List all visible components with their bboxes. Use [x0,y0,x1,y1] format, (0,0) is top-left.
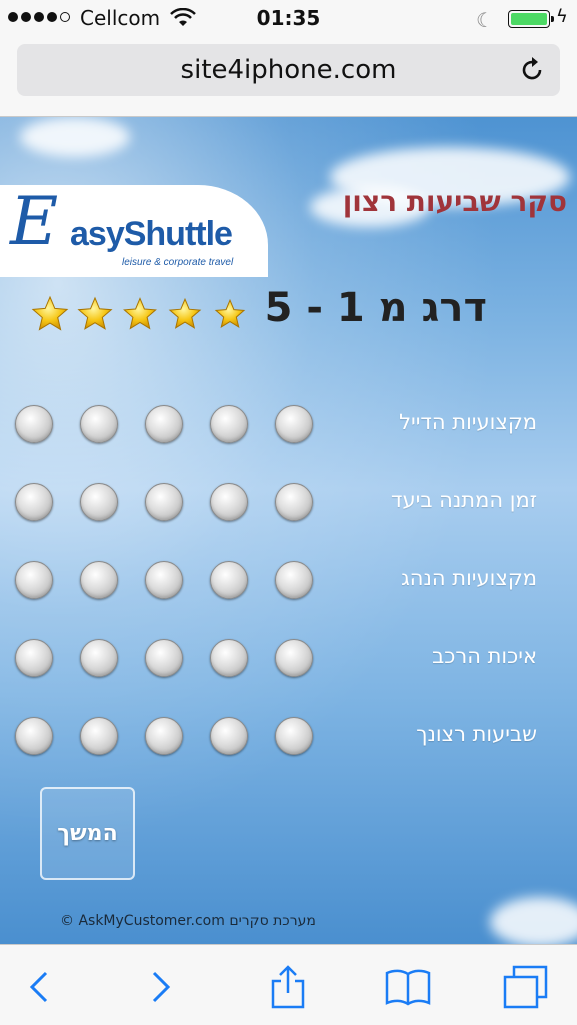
rating-radio[interactable] [80,717,118,755]
rating-radio[interactable] [275,639,313,677]
rating-radio[interactable] [275,561,313,599]
rating-radio[interactable] [15,561,53,599]
battery-icon [508,10,554,28]
logo: E asyShuttle leisure & corporate travel [0,185,268,277]
tabs-icon[interactable] [502,963,550,1011]
header: E asyShuttle leisure & corporate travel … [0,157,577,279]
rating-radio[interactable] [275,717,313,755]
rating-radio[interactable] [145,717,183,755]
star-icon [123,297,157,330]
rating-scale-label: דרג מ 1 - 5 [264,285,487,331]
moon-icon: ☾ [476,8,494,32]
rating-radio[interactable] [145,405,183,443]
cloud-decoration [490,897,577,944]
url-field[interactable]: site4iphone.com [17,44,560,96]
star-icon [168,297,202,329]
status-bar: Cellcom 01:35 ☾ ϟ [0,0,577,38]
rating-radio[interactable] [80,483,118,521]
rating-radio[interactable] [145,483,183,521]
rating-radio[interactable] [210,405,248,443]
rating-radio[interactable] [15,483,53,521]
rating-radio[interactable] [15,405,53,443]
bookmarks-icon[interactable] [384,963,432,1011]
question-label: איכות הרכב [432,644,537,668]
rating-radio[interactable] [210,561,248,599]
rating-radio[interactable] [210,483,248,521]
rating-radio[interactable] [15,717,53,755]
rating-stars-icon [31,295,246,331]
star-icon [31,295,69,331]
rating-radio[interactable] [210,639,248,677]
question-label: זמן המתנה ביעד [391,488,537,512]
footer-credit: © AskMyCustomer.com מערכת סקרים [60,913,316,929]
survey-page: E asyShuttle leisure & corporate travel … [0,117,577,944]
reload-icon[interactable] [518,56,546,84]
rating-radio[interactable] [80,639,118,677]
url-text: site4iphone.com [180,55,397,85]
rating-radio[interactable] [15,639,53,677]
cloud-decoration [20,117,130,157]
question-label: שביעות רצונך [416,722,537,746]
forward-icon[interactable] [136,963,184,1011]
rating-radio[interactable] [80,561,118,599]
rating-radio[interactable] [80,405,118,443]
question-label: מקצועיות הדייל [399,410,537,434]
rating-radio[interactable] [210,717,248,755]
star-icon [77,296,113,330]
question-label: מקצועיות הנהג [401,566,537,590]
rating-radio[interactable] [145,639,183,677]
address-bar: site4iphone.com [0,38,577,117]
charging-bolt-icon: ϟ [556,6,568,27]
rating-radio[interactable] [275,483,313,521]
next-button[interactable]: המשך [40,787,135,880]
page-title: סקר שביעות רצון [342,185,567,218]
back-icon[interactable] [16,963,64,1011]
browser-toolbar [0,944,577,1025]
star-icon [214,298,246,328]
share-icon[interactable] [264,963,312,1011]
rating-radio[interactable] [145,561,183,599]
rating-radio[interactable] [275,405,313,443]
